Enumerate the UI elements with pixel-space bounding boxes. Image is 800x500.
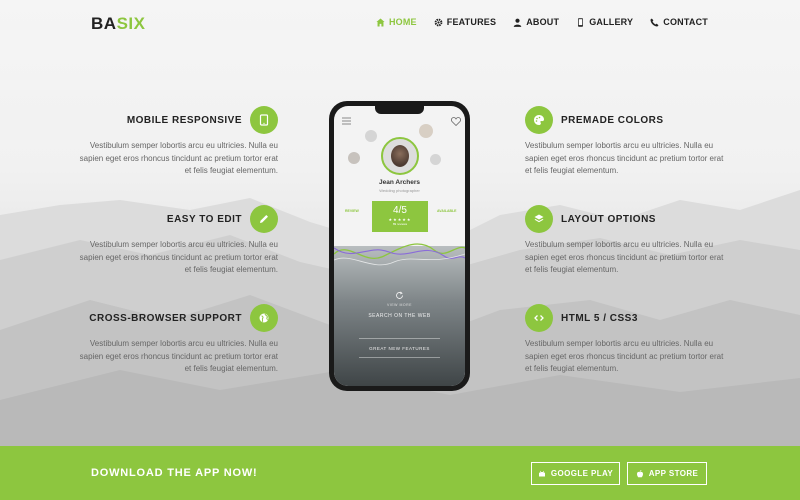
feature-icon-circle	[250, 304, 278, 332]
feature-description: Vestibulum semper lobortis arcu eu ultri…	[79, 240, 278, 274]
tablet-icon	[259, 114, 269, 126]
logo-accent-text: SIX	[116, 14, 146, 33]
feature-icon-circle	[250, 205, 278, 233]
feature-cross-browser: CROSS-BROWSER SUPPORT Vestibulum semper …	[78, 304, 278, 376]
phone-screen: Jean Archers Wedding photographer REVIEW…	[334, 106, 465, 386]
nav-item-label: ABOUT	[526, 17, 560, 27]
refresh-icon[interactable]	[395, 291, 404, 300]
user-icon	[513, 18, 522, 27]
nav-item-home[interactable]: HOME	[376, 17, 417, 27]
feature-mobile-responsive: MOBILE RESPONSIVE Vestibulum semper lobo…	[78, 106, 278, 178]
profile-bubble	[430, 154, 441, 165]
app-store-label: APP STORE	[648, 469, 699, 478]
logo[interactable]: BASIX	[91, 14, 145, 34]
nav-item-about[interactable]: ABOUT	[513, 17, 559, 27]
nav-item-features[interactable]: FEATURES	[434, 17, 496, 27]
nav-item-contact[interactable]: CONTACT	[650, 17, 708, 27]
screen-small-text: VIEW MORE	[387, 303, 412, 307]
rating-value: 4/5	[393, 205, 407, 216]
nav-item-gallery[interactable]: GALLERY	[576, 17, 633, 27]
screen-feature-text[interactable]: GREAT NEW FEATURES	[334, 346, 465, 351]
feature-description: Vestibulum semper lobortis arcu eu ultri…	[79, 339, 278, 373]
top-nav: BASIX HOME FEATURES ABOUT GALLERY CONTAC…	[0, 0, 800, 46]
rating-box: 4/5 ★★★★★ 89 reviews	[372, 201, 428, 232]
available-label: AVAILABLE	[437, 209, 457, 213]
profile-name: Jean Archers	[379, 179, 420, 186]
divider	[359, 357, 440, 358]
download-cta-text: DOWNLOAD THE APP NOW!	[91, 467, 258, 479]
home-icon	[376, 17, 385, 27]
logo-text: BA	[91, 14, 117, 33]
phone-notch	[375, 106, 424, 114]
feature-icon-circle	[525, 106, 553, 134]
wave-graph	[334, 243, 465, 266]
feature-title: MOBILE RESPONSIVE	[126, 114, 242, 126]
gear-icon	[434, 18, 443, 26]
feature-icon-circle	[525, 205, 553, 233]
feature-title: CROSS-BROWSER SUPPORT	[89, 312, 242, 324]
app-store-button[interactable]: APP STORE	[627, 462, 707, 485]
feature-description: Vestibulum semper lobortis arcu eu ultri…	[525, 240, 724, 274]
google-play-label: GOOGLE PLAY	[550, 469, 614, 478]
screen-search-text[interactable]: SEARCH ON THE WEB	[334, 313, 465, 319]
feature-layout-options: LAYOUT OPTIONS Vestibulum semper loborti…	[525, 205, 725, 277]
feature-title: LAYOUT OPTIONS	[561, 213, 656, 225]
android-icon	[538, 470, 545, 476]
avatar[interactable]	[381, 137, 419, 175]
heart-icon[interactable]	[451, 117, 461, 126]
mobile-icon	[578, 17, 584, 27]
layers-icon	[534, 214, 544, 223]
nav-item-label: HOME	[388, 17, 417, 27]
nav-item-label: FEATURES	[446, 17, 497, 27]
menu-icon[interactable]	[342, 117, 351, 125]
feature-premade-colors: PREMADE COLORS Vestibulum semper loborti…	[525, 106, 725, 178]
review-label: REVIEW	[345, 209, 359, 213]
feature-icon-circle	[525, 304, 553, 332]
feature-title: EASY TO EDIT	[166, 213, 242, 225]
profile-bubble	[365, 130, 377, 142]
feature-title: HTML 5 / CSS3	[561, 312, 638, 324]
profile-job: Wedding photographer	[379, 188, 420, 193]
feature-html5-css3: HTML 5 / CSS3 Vestibulum semper lobortis…	[525, 304, 725, 376]
nav-menu: HOME FEATURES ABOUT GALLERY CONTACT	[376, 17, 708, 27]
code-icon	[534, 315, 544, 321]
feature-description: Vestibulum semper lobortis arcu eu ultri…	[525, 141, 724, 175]
feature-title: PREMADE COLORS	[561, 114, 664, 126]
phone-icon	[650, 17, 659, 27]
phone-mockup: Jean Archers Wedding photographer REVIEW…	[329, 101, 470, 391]
avatar-photo	[391, 145, 409, 167]
profile-bubble	[419, 124, 433, 138]
nav-item-label: GALLERY	[589, 17, 634, 27]
globe-icon	[259, 313, 269, 323]
pencil-icon	[260, 215, 268, 223]
download-banner: DOWNLOAD THE APP NOW! GOOGLE PLAY APP ST…	[0, 446, 800, 500]
feature-easy-to-edit: EASY TO EDIT Vestibulum semper lobortis …	[78, 205, 278, 277]
palette-icon	[534, 115, 544, 125]
google-play-button[interactable]: GOOGLE PLAY	[531, 462, 620, 485]
profile-bubble	[348, 152, 360, 164]
feature-description: Vestibulum semper lobortis arcu eu ultri…	[525, 339, 724, 373]
feature-icon-circle	[250, 106, 278, 134]
rating-reviews: 89 reviews	[392, 222, 408, 226]
divider	[359, 338, 440, 339]
nav-item-label: CONTACT	[663, 17, 708, 27]
apple-icon	[636, 469, 643, 477]
feature-description: Vestibulum semper lobortis arcu eu ultri…	[79, 141, 278, 175]
